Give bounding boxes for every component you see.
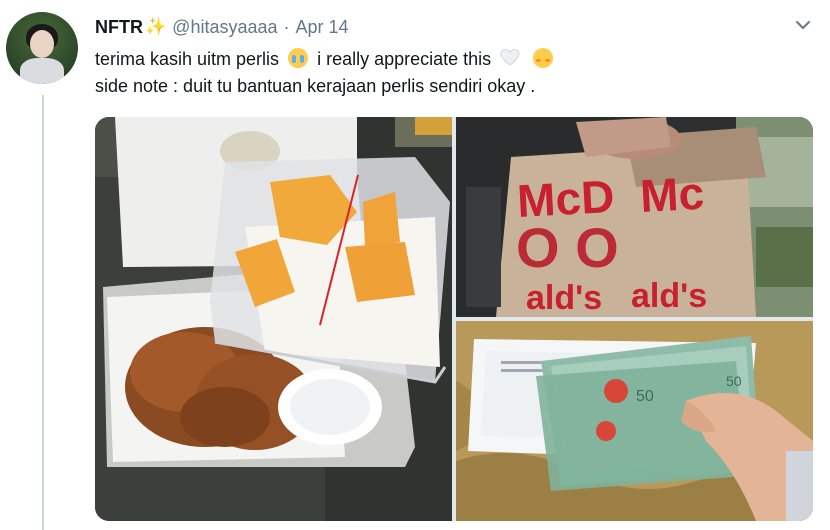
avatar-face: [30, 30, 54, 58]
cash-envelope-photo[interactable]: 50 50: [456, 321, 813, 521]
cash-envelope-illustration: 50 50: [456, 321, 813, 521]
tweet-text-segment: terima kasih uitm perlis: [95, 49, 280, 69]
avatar-body: [20, 58, 64, 84]
food-box-photo[interactable]: [95, 117, 452, 521]
tweet-text-line-1: terima kasih uitm perlis i really apprec…: [95, 46, 815, 73]
sparkles-emoji: ✨: [145, 17, 167, 36]
tweet-date[interactable]: Apr 14: [296, 17, 349, 38]
smiling-face-with-hearts-emoji: [533, 48, 554, 68]
tweet-text-line-2: side note : duit tu bantuan kerajaan per…: [95, 76, 536, 96]
avatar[interactable]: [6, 12, 78, 84]
bag-print-2: Mc: [639, 167, 706, 222]
tweet-text: terima kasih uitm perlis i really apprec…: [95, 46, 815, 100]
mcdonalds-bag-illustration: McD Mc O O ald's ald's: [456, 117, 813, 317]
food-box-illustration: [95, 117, 452, 521]
media-grid: McD Mc O O ald's ald's 50 50: [95, 117, 813, 521]
separator-dot: ·: [283, 16, 290, 37]
tweet-header: NFTR ✨ @hitasyaaaa · Apr 14: [95, 14, 349, 40]
mcdonalds-bag-photo[interactable]: McD Mc O O ald's ald's: [456, 117, 813, 317]
tweet-text-segment: i really appreciate this: [317, 49, 492, 69]
bag-print-3: ald's: [526, 279, 602, 317]
white-heart-emoji: [500, 48, 520, 66]
crying-face-emoji: [288, 48, 309, 68]
banknote-value-2: 50: [726, 373, 742, 389]
chevron-down-icon[interactable]: [792, 14, 814, 36]
banknote-value-1: 50: [636, 388, 654, 405]
author-handle[interactable]: @hitasyaaaa: [172, 17, 277, 38]
author-name[interactable]: NFTR: [95, 17, 143, 38]
bag-print-shape: O O: [516, 216, 619, 279]
bag-print-4: ald's: [631, 277, 707, 315]
thread-line: [42, 95, 44, 530]
